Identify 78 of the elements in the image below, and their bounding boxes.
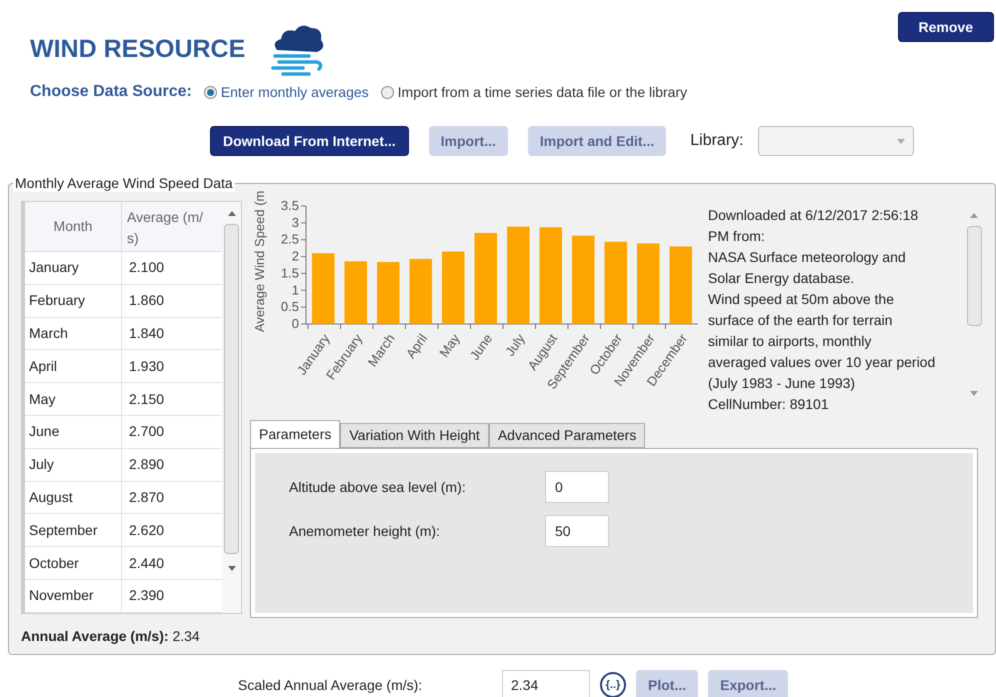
table-cell: August [25,482,122,514]
note-line: (July 1983 - June 1993) [708,374,856,393]
note-line: surface of the earth for terrain [708,311,894,330]
input-field[interactable]: 2.34 [502,670,590,697]
note-line: PM from: [708,227,766,246]
scaled-average-label: Scaled Annual Average (m/s): [238,676,424,695]
note-line: Downloaded at 6/12/2017 2:56:18 [708,206,920,225]
scroll-thumb[interactable] [224,224,239,554]
table-cell: September [25,514,122,546]
tick-label: 3.5 [280,198,299,213]
table-cell: July [25,448,122,481]
table-cell-text: 2.890 [128,455,164,474]
annual-average-label: Annual Average (m/s): [21,628,169,644]
radio-option[interactable]: Enter monthly averages [204,82,369,102]
table-cell-text: 2.100 [128,258,164,278]
tick-label: 1 [292,282,299,298]
table-cell: January [25,252,122,284]
note-line: averaged values over 10 year period [708,353,936,372]
table-cell: February [25,284,122,317]
library-label: Library: [690,131,744,151]
up-arrow-icon [228,211,236,216]
table-cell: October [25,547,122,579]
down-arrow-icon [228,566,236,571]
tab[interactable]: Parameters [250,420,340,448]
table-cell: April [25,350,122,382]
input-field[interactable]: 0 [545,471,609,503]
field-label: Altitude above sea level (m): [289,478,467,497]
down-arrow-icon [970,391,978,396]
action-button[interactable]: Download From Internet... [210,126,409,156]
table-cell-text: 2.700 [128,422,164,442]
page-title: WIND RESOURCE [30,34,246,65]
table-cell: March [25,318,122,350]
note-line: Wind speed at 50m above the [708,290,896,309]
up-arrow-icon [970,213,978,218]
category-label: July [502,331,528,359]
bar [377,262,400,324]
tick-label: 3 [292,214,299,230]
data-source-label: Choose Data Source: [30,82,192,102]
scroll-thumb[interactable] [966,226,982,326]
table-cell-text: 1.930 [128,356,164,376]
column-header[interactable]: Month [25,202,122,251]
tick-label: 0.5 [280,299,299,314]
input-field[interactable]: 50 [545,515,609,547]
remove-button[interactable]: Remove [898,12,994,42]
radio-button[interactable] [204,86,217,98]
table-cell-text: 2.390 [128,586,164,606]
tab[interactable]: Advanced Parameters [488,423,646,448]
tick-label: 1.5 [280,265,299,280]
tick-label: 2 [292,248,299,264]
bar [344,261,367,324]
axis-title: Average Wind Speed (m [252,191,267,332]
column-header[interactable]: Average (m/ s) [122,202,222,251]
annual-average-value: 2.34 [172,628,200,644]
library-dropdown[interactable] [758,126,914,156]
table-cell-text: 1.860 [128,291,164,310]
note-line: CellNumber: 89101 [708,395,830,414]
table-cell-text: 2.620 [128,520,164,540]
table-cell: November [25,580,122,612]
note-line: NASA Surface meteorology and [708,248,907,267]
radio-button[interactable] [380,86,394,98]
bar [312,253,334,324]
table-cell-text: 1.840 [128,324,164,343]
field-label: Anemometer height (m): [289,522,441,541]
table-cell: June [25,416,122,448]
radio-option[interactable]: Import from a time series data file or the library [380,82,688,102]
table-cell-text: 2.870 [128,488,164,507]
edit-button[interactable]: {..} [600,672,626,697]
caret-icon [896,138,905,144]
scrollbar[interactable] [222,202,241,613]
table-cell: May [25,383,122,415]
tick-label: 2.5 [280,232,299,247]
note-line: Solar Energy database. [708,269,856,288]
tick-label: 0 [292,316,299,331]
table-cell-text: 2.150 [128,390,164,409]
bar [410,258,432,324]
table-cell-text: 2.440 [128,554,164,573]
tab[interactable]: Variation With Height [340,423,489,448]
note-line: similar to airports, monthly [708,332,872,351]
